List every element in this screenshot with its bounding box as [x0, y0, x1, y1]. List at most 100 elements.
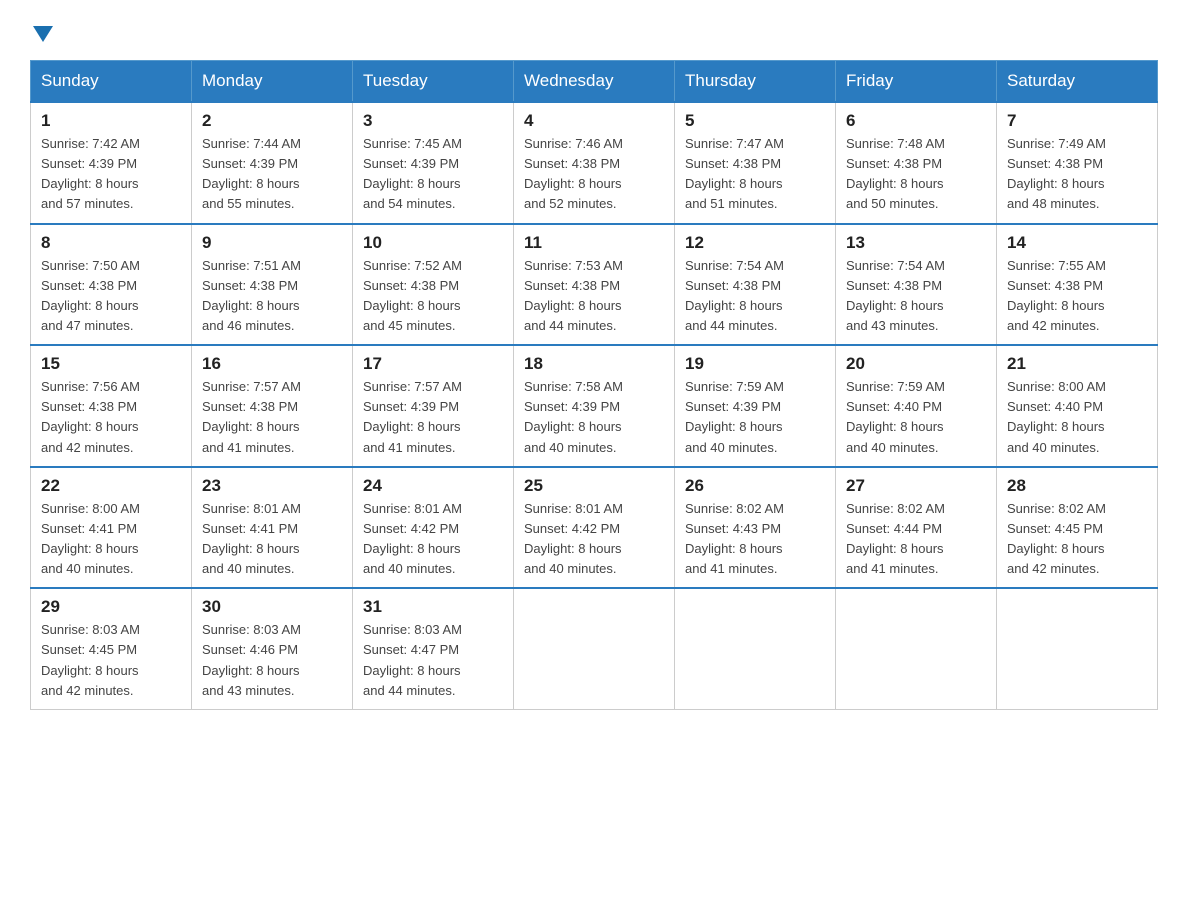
- calendar-cell: 23 Sunrise: 8:01 AM Sunset: 4:41 PM Dayl…: [192, 467, 353, 589]
- logo: [30, 20, 53, 40]
- day-info: Sunrise: 7:52 AM Sunset: 4:38 PM Dayligh…: [363, 256, 503, 337]
- day-number: 5: [685, 111, 825, 131]
- day-info: Sunrise: 8:03 AM Sunset: 4:47 PM Dayligh…: [363, 620, 503, 701]
- day-info: Sunrise: 7:57 AM Sunset: 4:38 PM Dayligh…: [202, 377, 342, 458]
- column-header-tuesday: Tuesday: [353, 61, 514, 103]
- calendar-cell: 15 Sunrise: 7:56 AM Sunset: 4:38 PM Dayl…: [31, 345, 192, 467]
- calendar-cell: 9 Sunrise: 7:51 AM Sunset: 4:38 PM Dayli…: [192, 224, 353, 346]
- day-info: Sunrise: 7:55 AM Sunset: 4:38 PM Dayligh…: [1007, 256, 1147, 337]
- calendar-cell: 17 Sunrise: 7:57 AM Sunset: 4:39 PM Dayl…: [353, 345, 514, 467]
- day-info: Sunrise: 7:54 AM Sunset: 4:38 PM Dayligh…: [846, 256, 986, 337]
- day-number: 27: [846, 476, 986, 496]
- day-info: Sunrise: 7:47 AM Sunset: 4:38 PM Dayligh…: [685, 134, 825, 215]
- day-info: Sunrise: 8:02 AM Sunset: 4:45 PM Dayligh…: [1007, 499, 1147, 580]
- day-number: 29: [41, 597, 181, 617]
- day-info: Sunrise: 8:02 AM Sunset: 4:44 PM Dayligh…: [846, 499, 986, 580]
- day-number: 11: [524, 233, 664, 253]
- calendar-week-row: 29 Sunrise: 8:03 AM Sunset: 4:45 PM Dayl…: [31, 588, 1158, 709]
- calendar-cell: 8 Sunrise: 7:50 AM Sunset: 4:38 PM Dayli…: [31, 224, 192, 346]
- day-info: Sunrise: 8:00 AM Sunset: 4:41 PM Dayligh…: [41, 499, 181, 580]
- calendar-cell: 19 Sunrise: 7:59 AM Sunset: 4:39 PM Dayl…: [675, 345, 836, 467]
- day-number: 14: [1007, 233, 1147, 253]
- day-number: 21: [1007, 354, 1147, 374]
- day-info: Sunrise: 7:49 AM Sunset: 4:38 PM Dayligh…: [1007, 134, 1147, 215]
- column-header-thursday: Thursday: [675, 61, 836, 103]
- day-number: 3: [363, 111, 503, 131]
- day-info: Sunrise: 8:03 AM Sunset: 4:45 PM Dayligh…: [41, 620, 181, 701]
- calendar-cell: 4 Sunrise: 7:46 AM Sunset: 4:38 PM Dayli…: [514, 102, 675, 224]
- day-info: Sunrise: 7:51 AM Sunset: 4:38 PM Dayligh…: [202, 256, 342, 337]
- day-number: 2: [202, 111, 342, 131]
- page-header: [30, 20, 1158, 40]
- day-number: 6: [846, 111, 986, 131]
- day-number: 16: [202, 354, 342, 374]
- day-number: 25: [524, 476, 664, 496]
- calendar-cell: 12 Sunrise: 7:54 AM Sunset: 4:38 PM Dayl…: [675, 224, 836, 346]
- calendar-cell: [675, 588, 836, 709]
- column-header-sunday: Sunday: [31, 61, 192, 103]
- day-number: 30: [202, 597, 342, 617]
- calendar-cell: 3 Sunrise: 7:45 AM Sunset: 4:39 PM Dayli…: [353, 102, 514, 224]
- column-header-wednesday: Wednesday: [514, 61, 675, 103]
- calendar-week-row: 15 Sunrise: 7:56 AM Sunset: 4:38 PM Dayl…: [31, 345, 1158, 467]
- logo-triangle-icon: [33, 26, 53, 42]
- day-number: 1: [41, 111, 181, 131]
- calendar-cell: 27 Sunrise: 8:02 AM Sunset: 4:44 PM Dayl…: [836, 467, 997, 589]
- day-info: Sunrise: 7:58 AM Sunset: 4:39 PM Dayligh…: [524, 377, 664, 458]
- day-info: Sunrise: 7:56 AM Sunset: 4:38 PM Dayligh…: [41, 377, 181, 458]
- calendar-week-row: 8 Sunrise: 7:50 AM Sunset: 4:38 PM Dayli…: [31, 224, 1158, 346]
- day-info: Sunrise: 8:03 AM Sunset: 4:46 PM Dayligh…: [202, 620, 342, 701]
- day-info: Sunrise: 7:42 AM Sunset: 4:39 PM Dayligh…: [41, 134, 181, 215]
- calendar-cell: 16 Sunrise: 7:57 AM Sunset: 4:38 PM Dayl…: [192, 345, 353, 467]
- calendar-header-row: SundayMondayTuesdayWednesdayThursdayFrid…: [31, 61, 1158, 103]
- day-info: Sunrise: 7:54 AM Sunset: 4:38 PM Dayligh…: [685, 256, 825, 337]
- calendar-cell: 28 Sunrise: 8:02 AM Sunset: 4:45 PM Dayl…: [997, 467, 1158, 589]
- day-number: 31: [363, 597, 503, 617]
- day-info: Sunrise: 7:48 AM Sunset: 4:38 PM Dayligh…: [846, 134, 986, 215]
- day-number: 22: [41, 476, 181, 496]
- calendar-cell: 7 Sunrise: 7:49 AM Sunset: 4:38 PM Dayli…: [997, 102, 1158, 224]
- day-number: 10: [363, 233, 503, 253]
- day-number: 13: [846, 233, 986, 253]
- day-number: 18: [524, 354, 664, 374]
- day-info: Sunrise: 8:01 AM Sunset: 4:42 PM Dayligh…: [363, 499, 503, 580]
- calendar-cell: 11 Sunrise: 7:53 AM Sunset: 4:38 PM Dayl…: [514, 224, 675, 346]
- column-header-friday: Friday: [836, 61, 997, 103]
- day-info: Sunrise: 8:01 AM Sunset: 4:41 PM Dayligh…: [202, 499, 342, 580]
- calendar-week-row: 22 Sunrise: 8:00 AM Sunset: 4:41 PM Dayl…: [31, 467, 1158, 589]
- calendar-cell: [514, 588, 675, 709]
- day-number: 23: [202, 476, 342, 496]
- calendar-cell: 24 Sunrise: 8:01 AM Sunset: 4:42 PM Dayl…: [353, 467, 514, 589]
- calendar-cell: 14 Sunrise: 7:55 AM Sunset: 4:38 PM Dayl…: [997, 224, 1158, 346]
- calendar-cell: 26 Sunrise: 8:02 AM Sunset: 4:43 PM Dayl…: [675, 467, 836, 589]
- calendar-cell: [836, 588, 997, 709]
- calendar-cell: [997, 588, 1158, 709]
- calendar-cell: 1 Sunrise: 7:42 AM Sunset: 4:39 PM Dayli…: [31, 102, 192, 224]
- day-number: 20: [846, 354, 986, 374]
- calendar-cell: 25 Sunrise: 8:01 AM Sunset: 4:42 PM Dayl…: [514, 467, 675, 589]
- calendar-cell: 5 Sunrise: 7:47 AM Sunset: 4:38 PM Dayli…: [675, 102, 836, 224]
- day-number: 9: [202, 233, 342, 253]
- day-info: Sunrise: 7:50 AM Sunset: 4:38 PM Dayligh…: [41, 256, 181, 337]
- day-number: 7: [1007, 111, 1147, 131]
- calendar-cell: 10 Sunrise: 7:52 AM Sunset: 4:38 PM Dayl…: [353, 224, 514, 346]
- column-header-saturday: Saturday: [997, 61, 1158, 103]
- calendar-cell: 21 Sunrise: 8:00 AM Sunset: 4:40 PM Dayl…: [997, 345, 1158, 467]
- calendar-cell: 30 Sunrise: 8:03 AM Sunset: 4:46 PM Dayl…: [192, 588, 353, 709]
- day-number: 4: [524, 111, 664, 131]
- day-info: Sunrise: 7:45 AM Sunset: 4:39 PM Dayligh…: [363, 134, 503, 215]
- day-number: 8: [41, 233, 181, 253]
- calendar-cell: 18 Sunrise: 7:58 AM Sunset: 4:39 PM Dayl…: [514, 345, 675, 467]
- day-number: 28: [1007, 476, 1147, 496]
- calendar-cell: 20 Sunrise: 7:59 AM Sunset: 4:40 PM Dayl…: [836, 345, 997, 467]
- day-info: Sunrise: 7:46 AM Sunset: 4:38 PM Dayligh…: [524, 134, 664, 215]
- day-number: 26: [685, 476, 825, 496]
- day-number: 17: [363, 354, 503, 374]
- day-info: Sunrise: 7:59 AM Sunset: 4:39 PM Dayligh…: [685, 377, 825, 458]
- day-number: 19: [685, 354, 825, 374]
- calendar-week-row: 1 Sunrise: 7:42 AM Sunset: 4:39 PM Dayli…: [31, 102, 1158, 224]
- calendar-cell: 2 Sunrise: 7:44 AM Sunset: 4:39 PM Dayli…: [192, 102, 353, 224]
- day-info: Sunrise: 8:00 AM Sunset: 4:40 PM Dayligh…: [1007, 377, 1147, 458]
- calendar-cell: 13 Sunrise: 7:54 AM Sunset: 4:38 PM Dayl…: [836, 224, 997, 346]
- calendar-cell: 29 Sunrise: 8:03 AM Sunset: 4:45 PM Dayl…: [31, 588, 192, 709]
